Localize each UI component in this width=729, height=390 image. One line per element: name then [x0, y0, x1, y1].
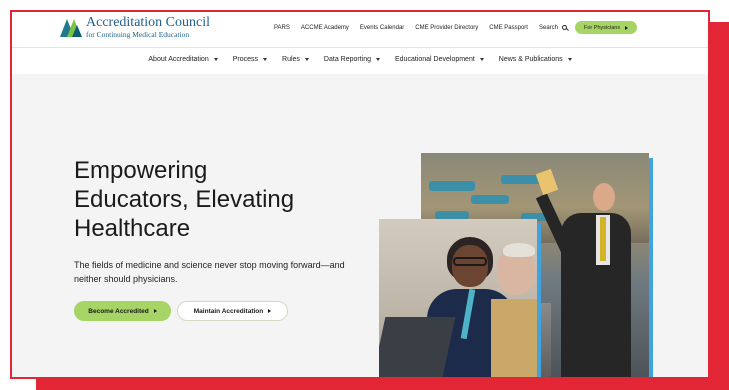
hero-title: Empowering Educators, Elevating Healthca… — [74, 157, 295, 242]
nav-item-news[interactable]: News & Publications — [499, 50, 572, 68]
caret-down-icon — [567, 57, 572, 61]
nav-item-data-reporting[interactable]: Data Reporting — [324, 50, 381, 68]
utility-link-events[interactable]: Events Calendar — [360, 25, 404, 31]
screenshot-frame: Accreditation Council for Continuing Med… — [10, 10, 710, 379]
site-header: Accreditation Council for Continuing Med… — [12, 12, 708, 46]
become-accredited-button[interactable]: Become Accredited — [74, 301, 171, 321]
logo-subtitle: for Continuing Medical Education — [86, 30, 190, 39]
caret-down-icon — [376, 57, 381, 61]
caret-down-icon — [213, 57, 218, 61]
utility-link-pars[interactable]: PARS — [274, 25, 290, 31]
utility-link-academy[interactable]: ACCME Academy — [301, 25, 349, 31]
caret-down-icon — [304, 57, 309, 61]
utility-link-directory[interactable]: CME Provider Directory — [415, 25, 478, 31]
for-physicians-button[interactable]: For Physicians — [575, 21, 638, 34]
header-divider — [12, 47, 708, 48]
site-logo[interactable]: Accreditation Council for Continuing Med… — [60, 16, 210, 39]
logo-title: Accreditation Council — [86, 15, 211, 30]
page-stage: Accreditation Council for Continuing Med… — [0, 0, 729, 390]
search-label: Search — [538, 24, 558, 31]
search-button[interactable]: Search — [539, 25, 567, 31]
caret-down-icon — [263, 57, 268, 61]
hero-section: Empowering Educators, Elevating Healthca… — [12, 74, 708, 377]
caret-down-icon — [479, 57, 484, 61]
caret-right-icon — [268, 309, 272, 313]
utility-nav: PARS ACCME Academy Events Calendar CME P… — [274, 21, 638, 34]
caret-right-icon — [153, 309, 157, 313]
utility-link-passport[interactable]: CME Passport — [489, 25, 528, 31]
nav-item-rules[interactable]: Rules — [282, 50, 309, 68]
hero-description: The fields of medicine and science never… — [74, 260, 345, 284]
for-physicians-label: For Physicians — [584, 24, 621, 31]
maintain-accreditation-button[interactable]: Maintain Accreditation — [177, 301, 288, 321]
main-nav: About Accreditation Process Rules Data R… — [12, 50, 708, 68]
nav-item-process[interactable]: Process — [233, 50, 268, 68]
attendees-photo — [379, 219, 537, 377]
search-icon — [562, 25, 567, 30]
accme-logo-icon — [60, 17, 82, 38]
nav-item-about[interactable]: About Accreditation — [148, 50, 218, 68]
nav-item-educational-development[interactable]: Educational Development — [395, 50, 484, 68]
caret-right-icon — [625, 25, 629, 30]
